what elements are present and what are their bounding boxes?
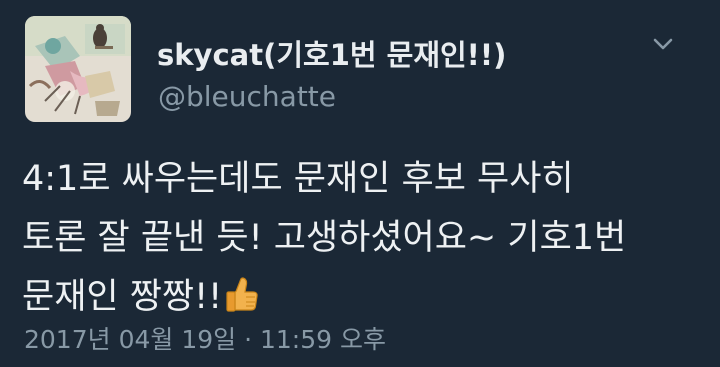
avatar[interactable] [25,16,131,122]
tweet-text-line: 4:1로 싸우는데도 문재인 후보 무사히 [22,159,574,199]
display-name[interactable]: skycat(기호1번 문재인!!) [157,32,506,74]
chevron-down-icon[interactable] [652,36,674,52]
user-handle[interactable]: @bleuchatte [158,80,336,113]
tweet-card: skycat(기호1번 문재인!!) @bleuchatte 4:1로 싸우는데… [0,0,720,367]
tweet-timestamp: 2017년 04월 19일 · 11:59 오후 [24,325,386,354]
tweet-text: 4:1로 싸우는데도 문재인 후보 무사히 토론 잘 끝낸 듯! 고생하셨어요~… [22,150,702,333]
tweet-text-line: 문재인 짱짱!! [22,277,223,317]
tweet-text-line: 토론 잘 끝낸 듯! 고생하셨어요~ 기호1번 [22,218,627,258]
